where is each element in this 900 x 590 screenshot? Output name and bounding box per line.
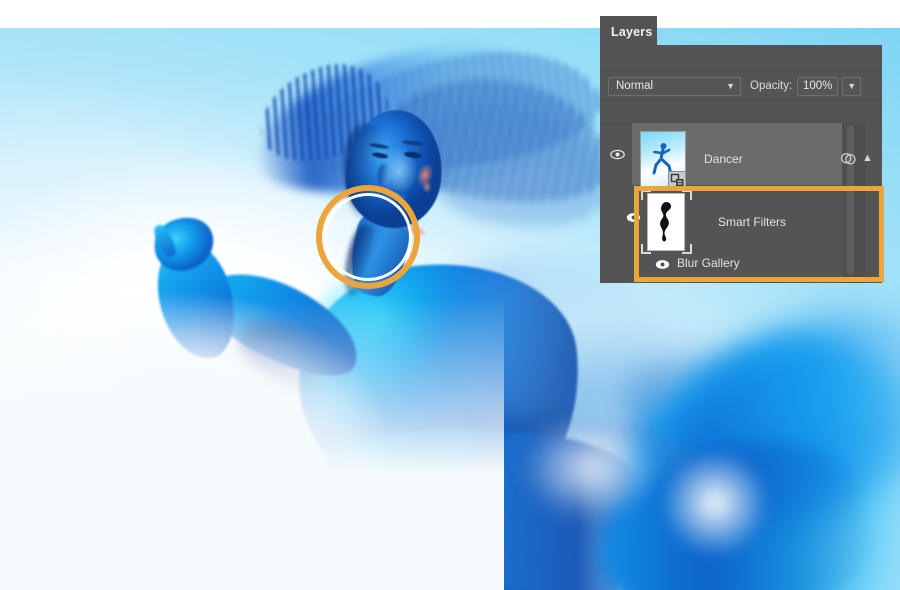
layer-list: Dancer ▲: [600, 123, 882, 283]
tab-layers-label: Layers: [611, 25, 653, 39]
filter-name-blur-gallery: Blur Gallery: [677, 256, 740, 270]
opacity-label: Opacity:: [750, 80, 792, 92]
chevron-up-icon[interactable]: ▲: [862, 153, 873, 164]
opacity-value: 100%: [803, 80, 832, 92]
smart-filter-icon[interactable]: [840, 151, 857, 166]
opacity-input[interactable]: 100%: [797, 77, 838, 96]
list-item[interactable]: Blur Gallery: [600, 255, 882, 277]
table-row[interactable]: Dancer ▲: [600, 123, 882, 185]
mask-corner-bl: [641, 244, 651, 254]
top-white-band: [0, 0, 900, 28]
blend-and-opacity-row: Normal ▼ Opacity: 100% ▼: [600, 72, 882, 101]
blend-mode-value: Normal: [616, 80, 653, 92]
opacity-stepper[interactable]: ▼: [842, 77, 861, 96]
eye-icon[interactable]: [626, 212, 641, 223]
layers-panel: Normal ▼ Opacity: 100% ▼: [600, 45, 882, 283]
layer-name-smart-filters: Smart Filters: [718, 215, 786, 229]
filter-mask-thumbnail[interactable]: [647, 193, 685, 251]
floor-wash: [0, 298, 504, 590]
mask-corner-tr: [682, 190, 692, 200]
face-color-accent-2: [420, 178, 434, 196]
layer-name-dancer: Dancer: [704, 152, 743, 166]
chevron-down-icon: ▼: [726, 82, 735, 91]
blur-highlight-circle-inner: [324, 193, 412, 281]
dancer-thumbnail[interactable]: [640, 131, 686, 189]
layer-filter-strip[interactable]: [600, 102, 882, 124]
eye-icon[interactable]: [610, 149, 625, 160]
mask-corner-br: [682, 244, 692, 254]
smart-filters-block: Smart Filters Blur Gallery: [600, 185, 882, 283]
blend-mode-select[interactable]: Normal ▼: [608, 77, 741, 96]
tab-layers[interactable]: Layers: [600, 16, 657, 47]
eye-icon[interactable]: [655, 259, 670, 270]
panel-header-band: [600, 45, 882, 71]
filter-mask-silhouette: [648, 194, 684, 250]
white-gap-2: [500, 398, 680, 538]
mask-corner-tl: [641, 190, 651, 200]
chevron-down-icon: ▼: [847, 82, 856, 91]
